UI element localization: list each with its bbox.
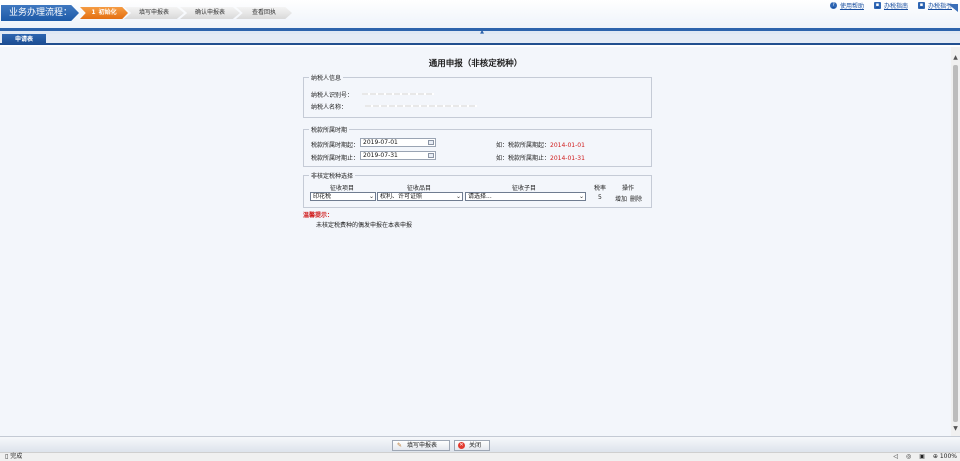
- period-end-value: 2019-07-31: [363, 152, 398, 159]
- step-label: 查看回执: [251, 9, 276, 16]
- calendar-icon[interactable]: [428, 153, 434, 158]
- security-icon[interactable]: ◎: [906, 453, 911, 461]
- zoom-value: 100%: [939, 453, 957, 460]
- group-legend: 纳税人信息: [311, 75, 342, 82]
- close-label: 关闭: [469, 442, 482, 449]
- scroll-up-icon[interactable]: ▲: [951, 53, 960, 63]
- tab-bar: 申请表: [0, 34, 960, 45]
- edit-icon: ✎: [396, 442, 403, 449]
- period-start-example: 如：税款所属期起：2014-01-01: [496, 140, 585, 149]
- help-link-label: 办税指南: [883, 3, 908, 10]
- zoom-level[interactable]: ⊕ 100%: [933, 453, 957, 461]
- period-start-value: 2019-07-01: [363, 139, 398, 146]
- close-button[interactable]: ✕ 关闭: [454, 440, 490, 451]
- example-prefix: 如：税款所属期起：: [496, 142, 551, 149]
- chevron-down-icon: ⌄: [368, 193, 374, 200]
- step-confirm-report[interactable]: 确认申报表: [180, 7, 240, 19]
- period-end-example: 如：税款所属期止：2014-01-31: [496, 153, 585, 162]
- tax-rate-value: 5: [598, 194, 602, 201]
- status-right: ◁ ◎ ▣ ⊕ 100%: [893, 453, 957, 461]
- header-tax-item: 征收项目: [330, 185, 355, 192]
- help-link-guide[interactable]: ▪ 办税指南: [873, 1, 908, 10]
- period-start-label: 税款所属时期起：: [311, 142, 360, 149]
- tax-item-value: 印花税: [313, 193, 332, 200]
- scroll-down-icon[interactable]: ▼: [951, 424, 960, 434]
- tab-application-form[interactable]: 申请表: [2, 34, 46, 45]
- taxpayer-name-value: [365, 105, 477, 107]
- help-link-label: 办税指引: [927, 3, 952, 10]
- status-label: 完成: [10, 453, 23, 460]
- example-value: 2014-01-01: [550, 142, 585, 149]
- help-link-usage[interactable]: ? 使用帮助: [829, 1, 864, 10]
- header-tax-subitem: 征收子目: [512, 185, 537, 192]
- calendar-icon[interactable]: [428, 140, 434, 145]
- taxpayer-info-group: 纳税人信息: [303, 73, 652, 118]
- help-link-label: 使用帮助: [839, 3, 864, 10]
- period-start-input[interactable]: 2019-07-01: [360, 138, 436, 147]
- close-icon: ✕: [458, 442, 465, 449]
- view-icon[interactable]: ▣: [919, 453, 925, 461]
- bottom-button-bar: ✎ 填写申报表 ✕ 关闭: [0, 436, 960, 452]
- fill-report-button[interactable]: ✎ 填写申报表: [392, 440, 450, 451]
- example-prefix: 如：税款所属期止：: [496, 155, 551, 162]
- tax-category-select[interactable]: 权利、许可证照 ⌄: [377, 192, 463, 201]
- step-label: 初始化: [98, 9, 117, 16]
- question-icon: ?: [829, 2, 837, 9]
- example-value: 2014-01-31: [550, 155, 585, 162]
- step-view-receipt[interactable]: 查看回执: [236, 7, 292, 19]
- period-end-label: 税款所属时期止：: [311, 155, 360, 162]
- period-end-input[interactable]: 2019-07-31: [360, 151, 436, 160]
- taxpayer-name-label: 纳税人名称：: [311, 104, 348, 111]
- add-row-link[interactable]: 增加: [615, 194, 627, 203]
- step-number: 1: [91, 9, 96, 16]
- main-content: 通用申报（非核定税种） 纳税人信息 纳税人识别号： 纳税人名称： 税款所属时期 …: [0, 47, 951, 436]
- vertical-scrollbar[interactable]: ▲ ▼: [951, 47, 960, 436]
- chevron-down-icon: ⌄: [578, 193, 584, 200]
- top-bar: 业务办理流程： 1 初始化 填写申报表 确认申报表 查看回执 ? 使用帮助 ▪ 办…: [0, 0, 960, 28]
- step-fill-report[interactable]: 填写申报表: [124, 7, 184, 19]
- flow-title: 业务办理流程：: [1, 5, 79, 21]
- status-bar: ▯ 完成 ◁ ◎ ▣ ⊕ 100%: [0, 452, 960, 461]
- status-text: ▯ 完成: [5, 453, 22, 461]
- step-label: 填写申报表: [138, 9, 169, 16]
- chevron-down-icon: ⌄: [455, 193, 461, 200]
- tax-subitem-select[interactable]: 请选择... ⌄: [465, 192, 586, 201]
- help-link-directions[interactable]: ▪ 办税指引: [917, 1, 952, 10]
- tax-item-select[interactable]: 印花税 ⌄: [310, 192, 376, 201]
- header-tax-category: 征收品目: [407, 185, 432, 192]
- header-operation: 操作: [622, 185, 635, 192]
- group-legend: 非核定税种选择: [311, 173, 354, 180]
- tax-category-value: 权利、许可证照: [380, 193, 423, 200]
- page-icon: ▯: [5, 453, 9, 460]
- book-icon: ▪: [873, 2, 881, 9]
- delete-row-link[interactable]: 删除: [630, 194, 642, 203]
- header-tax-rate: 税率: [594, 185, 607, 192]
- hint-title: 温馨提示：: [303, 212, 334, 219]
- tax-subitem-value: 请选择...: [468, 193, 492, 200]
- step-initialize[interactable]: 1 初始化: [80, 7, 128, 19]
- speaker-icon[interactable]: ◁: [893, 453, 898, 461]
- page-title: 通用申报（非核定税种）: [428, 59, 523, 69]
- hint-body: 未核定税费种的偶发申报在本表申报: [316, 222, 413, 229]
- help-links: ? 使用帮助 ▪ 办税指南 ▪ 办税指引: [829, 1, 952, 10]
- guide-icon: ▪: [917, 2, 925, 9]
- taxpayer-id-value: [362, 93, 434, 95]
- group-legend: 税款所属时期: [311, 127, 348, 134]
- step-label: 确认申报表: [194, 9, 225, 16]
- fill-report-label: 填写申报表: [407, 442, 438, 449]
- scroll-thumb[interactable]: [953, 65, 958, 422]
- taxpayer-id-label: 纳税人识别号：: [311, 92, 354, 99]
